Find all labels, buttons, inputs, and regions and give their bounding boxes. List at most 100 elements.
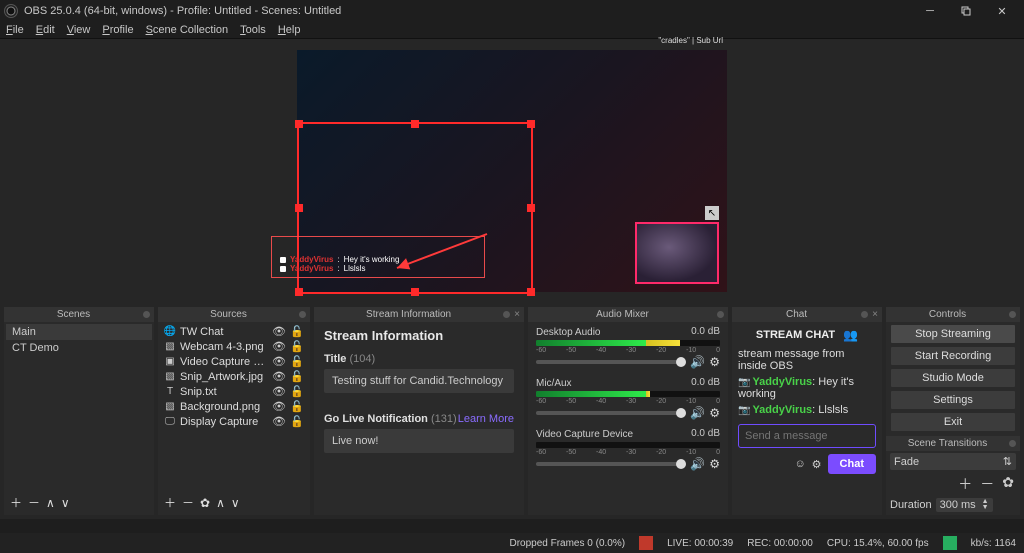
menu-edit[interactable]: Edit	[36, 24, 55, 36]
lock-toggle[interactable]: 🔓	[290, 400, 304, 413]
sources-toolbar: ＋ － ✿ ∧ ∨	[158, 490, 310, 515]
gear-icon[interactable]: ⚙	[709, 355, 720, 369]
visibility-toggle[interactable]: 👁	[272, 400, 286, 413]
remove-scene-button[interactable]: －	[28, 494, 40, 511]
menu-tools[interactable]: Tools	[240, 24, 266, 36]
visibility-toggle[interactable]: 👁	[272, 370, 286, 383]
stream-info-header[interactable]: Stream Information×	[314, 307, 524, 322]
visibility-toggle[interactable]: 👁	[272, 355, 286, 368]
visibility-toggle[interactable]: 👁	[272, 415, 286, 428]
chat-input[interactable]: ☺	[738, 424, 876, 448]
gear-icon[interactable]: ⚙	[709, 406, 720, 420]
volume-slider[interactable]	[536, 462, 686, 466]
source-row[interactable]: ▧ Webcam 4-3.png 👁 🔓	[160, 339, 308, 354]
menu-scene-collection[interactable]: Scene Collection	[146, 24, 229, 36]
close-icon[interactable]: ×	[514, 309, 520, 320]
chat-text-field[interactable]	[745, 430, 882, 442]
menu-help[interactable]: Help	[278, 24, 301, 36]
source-name: Display Capture	[180, 416, 268, 428]
add-transition-button[interactable]: ＋	[958, 474, 972, 494]
cursor-icon: ↖	[705, 206, 719, 220]
stream-title-input[interactable]: Testing stuff for Candid.Technology	[324, 369, 514, 393]
scene-item[interactable]: CT Demo	[6, 340, 152, 356]
webcam-overlay-label: "cradles" | Sub Url	[658, 36, 723, 45]
lock-toggle[interactable]: 🔓	[290, 385, 304, 398]
emoji-button[interactable]: ☺	[794, 458, 805, 470]
close-button[interactable]: ✕	[984, 0, 1020, 22]
controls-header[interactable]: Controls	[886, 307, 1020, 322]
remove-transition-button[interactable]: －	[980, 474, 994, 494]
lock-toggle[interactable]: 🔓	[290, 340, 304, 353]
status-cpu: CPU: 15.4%, 60.00 fps	[827, 538, 929, 549]
source-row[interactable]: ▧ Snip_Artwork.jpg 👁 🔓	[160, 369, 308, 384]
lock-toggle[interactable]: 🔓	[290, 355, 304, 368]
dock-menu-icon[interactable]	[1009, 440, 1016, 447]
add-source-button[interactable]: ＋	[164, 494, 176, 511]
menu-view[interactable]: View	[67, 24, 91, 36]
dock-menu-icon[interactable]	[717, 311, 724, 318]
lock-toggle[interactable]: 🔓	[290, 325, 304, 338]
scenes-header[interactable]: Scenes	[4, 307, 154, 322]
source-row[interactable]: 🌐 TW Chat 👁 🔓	[160, 324, 308, 339]
preview-canvas[interactable]: YaddyVirus:Hey it's working YaddyVirus:L…	[297, 50, 727, 292]
maximize-button[interactable]	[948, 0, 984, 22]
source-row[interactable]: 🖵 Display Capture 👁 🔓	[160, 414, 308, 429]
source-up-button[interactable]: ∧	[216, 496, 225, 510]
source-row[interactable]: T Snip.txt 👁 🔓	[160, 384, 308, 399]
stop-streaming-button[interactable]: Stop Streaming	[890, 324, 1016, 344]
volume-slider[interactable]	[536, 411, 686, 415]
golive-input[interactable]: Live now!	[324, 429, 514, 453]
lock-toggle[interactable]: 🔓	[290, 415, 304, 428]
source-row[interactable]: ▧ Background.png 👁 🔓	[160, 399, 308, 414]
dock-menu-icon[interactable]	[143, 311, 150, 318]
globe-icon: 🌐	[164, 326, 176, 338]
close-icon[interactable]: ×	[872, 309, 878, 320]
source-properties-button[interactable]: ✿	[200, 496, 210, 510]
chevron-up-down-icon: ⇅	[1003, 455, 1012, 468]
chat-message: 📷YaddyVirus: Llslsls	[738, 404, 876, 416]
mixer-channel: Video Capture Device0.0 dB -60-50-40-30-…	[530, 426, 726, 477]
preview-area[interactable]: YaddyVirus:Hey it's working YaddyVirus:L…	[0, 39, 1024, 303]
chat-settings-button[interactable]: ⚙	[812, 458, 822, 471]
speaker-icon[interactable]: 🔊	[690, 457, 705, 471]
sources-header[interactable]: Sources	[158, 307, 310, 322]
menu-file[interactable]: File	[6, 24, 24, 36]
dock-menu-icon[interactable]	[299, 311, 306, 318]
stream-info-panel: Stream Information× Stream Information T…	[314, 307, 524, 515]
visibility-toggle[interactable]: 👁	[272, 340, 286, 353]
speaker-icon[interactable]: 🔊	[690, 355, 705, 369]
chat-header[interactable]: Chat×	[732, 307, 882, 322]
scene-item[interactable]: Main	[6, 324, 152, 340]
source-down-button[interactable]: ∨	[231, 496, 240, 510]
remove-source-button[interactable]: －	[182, 494, 194, 511]
start-recording-button[interactable]: Start Recording	[890, 346, 1016, 366]
status-bar: Dropped Frames 0 (0.0%) LIVE: 00:00:39 R…	[0, 533, 1024, 553]
settings-button[interactable]: Settings	[890, 390, 1016, 410]
visibility-toggle[interactable]: 👁	[272, 325, 286, 338]
exit-button[interactable]: Exit	[890, 412, 1016, 432]
users-icon[interactable]: 👥	[843, 328, 858, 342]
gear-icon[interactable]: ⚙	[709, 457, 720, 471]
dock-menu-icon[interactable]	[861, 311, 868, 318]
transition-settings-button[interactable]: ✿	[1002, 474, 1014, 494]
dock-menu-icon[interactable]	[503, 311, 510, 318]
scene-up-button[interactable]: ∧	[46, 496, 55, 510]
add-scene-button[interactable]: ＋	[10, 494, 22, 511]
status-dropped: Dropped Frames 0 (0.0%)	[509, 538, 625, 549]
dock-menu-icon[interactable]	[1009, 311, 1016, 318]
mixer-header[interactable]: Audio Mixer	[528, 307, 728, 322]
scene-down-button[interactable]: ∨	[61, 496, 70, 510]
lock-toggle[interactable]: 🔓	[290, 370, 304, 383]
visibility-toggle[interactable]: 👁	[272, 385, 286, 398]
speaker-icon[interactable]: 🔊	[690, 406, 705, 420]
minimize-button[interactable]: ─	[912, 0, 948, 22]
menu-profile[interactable]: Profile	[102, 24, 133, 36]
duration-spin[interactable]: 300 ms▲▼	[936, 498, 993, 512]
chat-send-button[interactable]: Chat	[828, 454, 876, 474]
volume-slider[interactable]	[536, 360, 686, 364]
webcam-overlay[interactable]	[635, 222, 719, 284]
studio-mode-button[interactable]: Studio Mode	[890, 368, 1016, 388]
learn-more-link[interactable]: Learn More	[458, 413, 514, 425]
source-row[interactable]: ▣ Video Capture Device 👁 🔓	[160, 354, 308, 369]
transition-select[interactable]: Fade⇅	[890, 453, 1016, 470]
